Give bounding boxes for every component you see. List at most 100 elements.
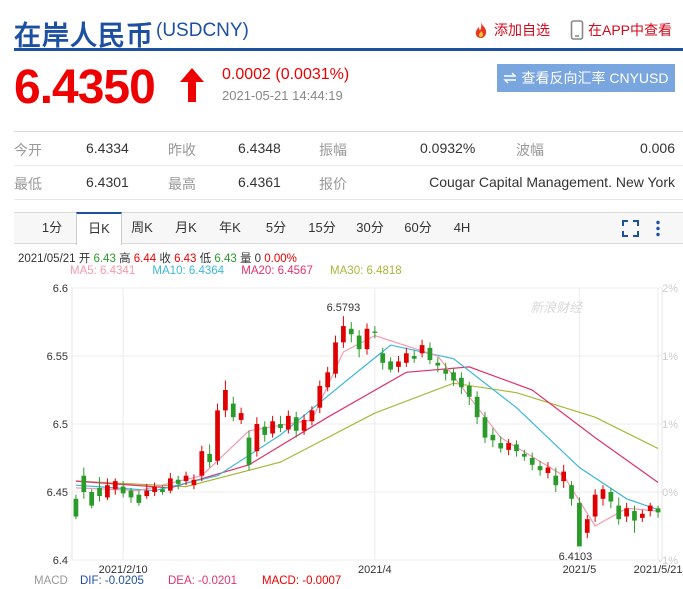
right-tick-label: 2%: [662, 283, 678, 295]
candle-body: [97, 487, 102, 497]
volume-label: 量: [239, 253, 252, 265]
right-tick-label: 0%: [662, 487, 678, 499]
tab-60min[interactable]: 60分: [396, 213, 440, 243]
low-label: 低: [199, 253, 212, 265]
header-divider: [14, 48, 683, 51]
y-tick-label: 6.6: [53, 283, 68, 295]
high-label: 高: [119, 253, 131, 265]
candle-body: [490, 434, 496, 441]
candle-body: [152, 486, 157, 492]
tab-1min[interactable]: 1分: [32, 213, 72, 243]
candle-body: [160, 489, 165, 492]
candle: [81, 467, 87, 499]
candle-body: [506, 443, 511, 450]
macd-value: MACD: -0.0007: [262, 575, 341, 587]
stat-value: Cougar Capital Management. New York: [429, 174, 675, 190]
candle-body: [144, 490, 150, 497]
candle-body: [128, 490, 134, 498]
candle-body: [136, 494, 142, 503]
candle-body: [466, 385, 472, 397]
high-value: 6.44: [133, 253, 157, 265]
tab-5min[interactable]: 5分: [256, 213, 296, 243]
candle: [380, 347, 386, 370]
candle-body: [262, 426, 268, 435]
ma30-value: MA30: 6.4818: [330, 265, 402, 277]
low-annotation: 6.4103: [559, 551, 593, 563]
candle: [608, 487, 614, 509]
phone-icon: [570, 20, 584, 40]
candle: [270, 415, 275, 438]
candle-body: [435, 362, 441, 366]
candle: [356, 330, 362, 358]
candle-body: [254, 424, 260, 452]
ma30-line: [75, 382, 659, 488]
fullscreen-icon[interactable]: [622, 220, 639, 237]
close-label: 收: [159, 253, 171, 265]
close-value: 6.43: [174, 253, 197, 265]
stat-label: 昨收: [168, 142, 196, 158]
price-change: 0.0002 (0.0031%): [222, 66, 350, 83]
tab-monthly[interactable]: 月K: [166, 213, 206, 243]
low-value: 6.43: [214, 253, 237, 265]
candle: [647, 502, 653, 517]
candle-body: [341, 326, 346, 343]
tab-daily[interactable]: 日K: [76, 212, 122, 245]
candle-body: [89, 492, 95, 506]
candle: [577, 497, 582, 547]
candle-body: [285, 415, 291, 430]
candle-body: [529, 458, 535, 465]
more-options-icon[interactable]: [654, 220, 662, 237]
tab-4h[interactable]: 4H: [442, 213, 482, 243]
y-tick-label: 6.45: [47, 487, 68, 499]
candle-body: [120, 486, 126, 494]
candle-body: [624, 508, 629, 517]
stat-value: 6.4301: [86, 174, 129, 190]
candle: [584, 515, 590, 539]
ma-legend: MA5: 6.4341 MA10: 6.4364 MA20: 6.4567 MA…: [70, 265, 402, 277]
candle-body: [223, 390, 228, 411]
candle: [333, 335, 338, 378]
candle: [514, 440, 519, 457]
candle: [474, 391, 480, 424]
flame-icon: [475, 22, 487, 38]
candle-body: [443, 369, 449, 374]
candle: [624, 502, 629, 522]
reverse-rate-button[interactable]: 查看反向汇率 CNYUSD: [497, 64, 675, 92]
candle-body: [191, 479, 197, 486]
candle-body: [514, 444, 519, 452]
y-tick-label: 6.55: [47, 351, 68, 363]
macd-label: MACD: [34, 575, 68, 587]
candle-body: [364, 328, 370, 350]
ohlc-date: 2021/05/21: [18, 253, 76, 265]
candle: [482, 411, 488, 444]
right-tick-label: 1%: [662, 419, 678, 431]
tab-15min[interactable]: 15分: [300, 213, 344, 243]
add-watchlist-button[interactable]: 添加自选: [472, 20, 550, 40]
candle: [364, 323, 370, 355]
candle: [403, 347, 409, 367]
candle: [246, 430, 252, 471]
candle-body: [270, 421, 275, 434]
candle: [600, 485, 606, 506]
candle-body: [301, 419, 307, 431]
period-tabs: 1分 日K 周K 月K 年K 5分 15分 30分 60分 4H: [14, 212, 683, 245]
candle: [238, 407, 244, 424]
candle: [215, 403, 220, 465]
tab-30min[interactable]: 30分: [348, 213, 392, 243]
tab-yearly[interactable]: 年K: [210, 213, 250, 243]
candle-body: [380, 353, 386, 363]
candle: [388, 357, 393, 373]
stat-value: 6.4334: [86, 140, 129, 156]
candle-body: [199, 451, 205, 476]
candle: [175, 475, 181, 490]
stat-label: 最低: [14, 176, 42, 192]
tab-weekly[interactable]: 周K: [122, 213, 162, 243]
candle: [309, 406, 315, 426]
stat-label: 最高: [168, 176, 196, 192]
view-in-app-button[interactable]: 在APP中查看: [570, 20, 672, 40]
watermark: 新浪财经: [530, 300, 584, 315]
candlestick-chart[interactable]: 6.6 2%6.55 1%6.5 1%6.45 0%6.4 -1%2021/2/10 202…: [0, 280, 683, 589]
candle: [325, 366, 331, 392]
candle: [655, 505, 661, 518]
macd-dea: DEA: -0.0201: [168, 575, 237, 587]
